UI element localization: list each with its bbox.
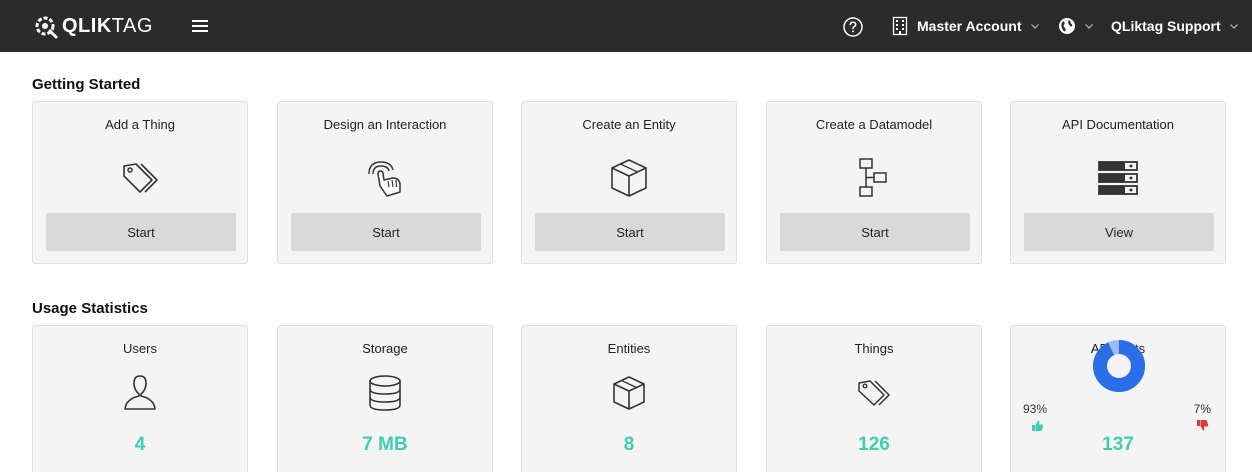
card-title: API Documentation: [1061, 117, 1174, 132]
top-bar: QLIKTAG Master Account QLiktag Support: [0, 0, 1252, 52]
api-fail-percent: 7%: [1193, 402, 1211, 416]
api-success-donut: [1093, 340, 1145, 392]
card-title: Create a Datamodel: [815, 117, 933, 132]
cube-icon: [609, 373, 649, 413]
tags-icon: [854, 373, 894, 413]
datamodel-icon: [852, 156, 896, 200]
stat-card-users: Users 4: [32, 325, 248, 472]
card-title: Storage: [362, 341, 408, 356]
qliktag-logo-icon: [35, 16, 58, 39]
card-title: Create an Entity: [582, 117, 676, 132]
api-calls-count: 137: [1102, 434, 1134, 455]
card-title: Things: [854, 341, 894, 356]
create-datamodel-start-button[interactable]: Start: [780, 213, 970, 251]
create-entity-start-button[interactable]: Start: [535, 213, 725, 251]
globe-icon: [1059, 18, 1075, 34]
user-label: QLiktag Support: [1111, 18, 1221, 34]
language-switcher[interactable]: [1058, 0, 1094, 52]
getting-started-heading: Getting Started: [32, 76, 141, 93]
cube-icon: [607, 156, 651, 200]
card-create-datamodel: Create a Datamodel Start: [766, 101, 982, 264]
stat-card-things: Things 126: [766, 325, 982, 472]
things-count: 126: [858, 434, 890, 455]
storage-value: 7 MB: [362, 434, 408, 455]
card-title: Entities: [607, 341, 651, 356]
usage-statistics-heading: Usage Statistics: [32, 300, 148, 317]
hamburger-menu-icon[interactable]: [190, 16, 210, 36]
tags-icon: [118, 156, 162, 200]
stat-card-api-stats: API Stats 93% 7% 137: [1010, 325, 1226, 472]
card-title: Add a Thing: [105, 117, 175, 132]
add-thing-start-button[interactable]: Start: [46, 213, 236, 251]
card-title: Design an Interaction: [323, 117, 447, 132]
help-icon[interactable]: [842, 16, 864, 38]
stat-card-storage: Storage 7 MB: [277, 325, 493, 472]
database-icon: [365, 373, 405, 413]
users-count: 4: [134, 434, 146, 455]
card-add-thing: Add a Thing Start: [32, 101, 248, 264]
thumbs-down-icon: [1197, 420, 1209, 431]
logo-text: QLIKTAG: [62, 15, 153, 37]
tap-hand-icon: [363, 156, 407, 200]
card-title: Users: [123, 341, 157, 356]
entities-count: 8: [623, 434, 635, 455]
account-switcher[interactable]: Master Account: [890, 0, 1040, 52]
user-menu[interactable]: QLiktag Support: [1111, 0, 1239, 52]
api-documentation-view-button[interactable]: View: [1024, 213, 1214, 251]
api-success-percent: 93%: [1023, 402, 1048, 416]
user-icon: [120, 373, 160, 413]
chevron-down-icon: [1229, 24, 1238, 29]
stat-card-entities: Entities 8: [521, 325, 737, 472]
card-create-entity: Create an Entity Start: [521, 101, 737, 264]
donut-success-slice: [1093, 340, 1145, 392]
server-icon: [1096, 156, 1140, 200]
card-api-documentation: API Documentation View: [1010, 101, 1226, 264]
chevron-down-icon: [1030, 24, 1039, 29]
design-interaction-start-button[interactable]: Start: [291, 213, 481, 251]
building-icon: [892, 16, 908, 36]
qliktag-logo[interactable]: QLIKTAG: [32, 13, 153, 39]
chevron-down-icon: [1085, 24, 1093, 29]
thumbs-up-icon: [1032, 420, 1044, 431]
account-label: Master Account: [917, 18, 1022, 34]
card-design-interaction: Design an Interaction Start: [277, 101, 493, 264]
